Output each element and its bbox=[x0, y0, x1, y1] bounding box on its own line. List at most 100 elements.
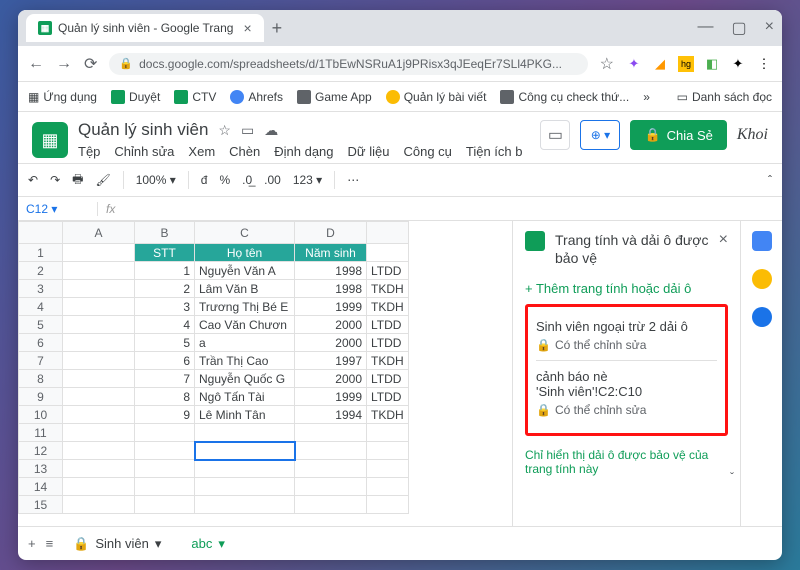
forward-icon[interactable]: → bbox=[56, 55, 72, 73]
add-sheet-icon[interactable]: + bbox=[28, 536, 36, 551]
cell[interactable] bbox=[63, 424, 135, 442]
percent-icon[interactable]: % bbox=[219, 173, 230, 187]
back-icon[interactable]: ← bbox=[28, 55, 44, 73]
protected-range-1[interactable]: Sinh viên ngoại trừ 2 dải ô 🔒Có thể chỉn… bbox=[536, 311, 717, 361]
cell[interactable]: LTDD bbox=[367, 388, 409, 406]
sheet-tab-abc[interactable]: abc ▾ bbox=[181, 532, 235, 556]
cell[interactable] bbox=[295, 442, 367, 460]
cell[interactable] bbox=[63, 262, 135, 280]
cell[interactable] bbox=[63, 496, 135, 514]
cell[interactable]: Họ tên bbox=[195, 244, 295, 262]
ext-icon-1[interactable]: ✦ bbox=[626, 56, 642, 72]
cell[interactable]: LTDD bbox=[367, 370, 409, 388]
apps-button[interactable]: ▦ Ứng dụng bbox=[28, 90, 97, 104]
cell[interactable]: Lâm Văn B bbox=[195, 280, 295, 298]
cell[interactable] bbox=[135, 460, 195, 478]
cell[interactable] bbox=[63, 280, 135, 298]
cell[interactable] bbox=[367, 442, 409, 460]
cell[interactable] bbox=[195, 460, 295, 478]
row-header[interactable]: 6 bbox=[19, 334, 63, 352]
cell[interactable]: Nguyễn Quốc G bbox=[195, 370, 295, 388]
more-tools-icon[interactable]: ⋯ bbox=[347, 173, 359, 187]
share-button[interactable]: 🔒 Chia Sẻ bbox=[630, 120, 726, 150]
cell[interactable]: 8 bbox=[135, 388, 195, 406]
protected-range-2[interactable]: cảnh báo nè 'Sinh viên'!C2:C10 🔒Có thể c… bbox=[536, 361, 717, 425]
cell[interactable]: 9 bbox=[135, 406, 195, 424]
row-header[interactable]: 8 bbox=[19, 370, 63, 388]
cell[interactable] bbox=[63, 478, 135, 496]
minimize-icon[interactable]: — bbox=[698, 18, 714, 38]
zoom-select[interactable]: 100% ▾ bbox=[136, 173, 176, 187]
row-header[interactable]: 14 bbox=[19, 478, 63, 496]
cell[interactable]: Cao Văn Chươn bbox=[195, 316, 295, 334]
row-header[interactable]: 1 bbox=[19, 244, 63, 262]
menu-tools[interactable]: Công cụ bbox=[403, 144, 451, 159]
bookmark-duyet[interactable]: Duyệt bbox=[111, 90, 160, 104]
print-icon[interactable]: 🖶 bbox=[72, 170, 83, 191]
cell[interactable]: Ngô Tấn Tài bbox=[195, 388, 295, 406]
redo-icon[interactable]: ↷ bbox=[50, 173, 60, 187]
doc-title[interactable]: Quản lý sinh viên bbox=[78, 120, 208, 140]
cell[interactable] bbox=[367, 244, 409, 262]
bookmark-ahrefs[interactable]: Ahrefs bbox=[230, 90, 283, 104]
cell[interactable] bbox=[135, 442, 195, 460]
cell[interactable]: Trần Thị Cao bbox=[195, 352, 295, 370]
cell[interactable]: LTDD bbox=[367, 316, 409, 334]
cell[interactable]: TKDH bbox=[367, 280, 409, 298]
bookmark-qlbv[interactable]: Quản lý bài viết bbox=[386, 90, 487, 104]
row-header[interactable]: 9 bbox=[19, 388, 63, 406]
cell[interactable]: Trương Thị Bé E bbox=[195, 298, 295, 316]
undo-icon[interactable]: ↶ bbox=[28, 173, 38, 187]
cell[interactable] bbox=[367, 460, 409, 478]
cell[interactable]: Lê Minh Tân bbox=[195, 406, 295, 424]
extensions-icon[interactable]: ✦ bbox=[730, 56, 746, 72]
reload-icon[interactable]: ⟳ bbox=[84, 54, 97, 74]
account-avatar[interactable]: Khoi bbox=[737, 126, 768, 144]
cell[interactable]: 1 bbox=[135, 262, 195, 280]
cell[interactable]: Năm sinh bbox=[295, 244, 367, 262]
currency-icon[interactable]: đ bbox=[201, 173, 208, 187]
row-header[interactable]: 2 bbox=[19, 262, 63, 280]
spreadsheet-grid[interactable]: ABCD1STTHọ tênNăm sinh21Nguyễn Văn A1998… bbox=[18, 221, 512, 526]
cell[interactable] bbox=[195, 496, 295, 514]
cell[interactable]: 2000 bbox=[295, 370, 367, 388]
number-format[interactable]: 123 ▾ bbox=[293, 173, 322, 187]
cell[interactable] bbox=[295, 460, 367, 478]
sheets-logo-icon[interactable]: ▦ bbox=[32, 122, 68, 158]
cell[interactable] bbox=[295, 424, 367, 442]
browser-tab[interactable]: ▦ Quản lý sinh viên - Google Trang × bbox=[26, 14, 264, 42]
cell[interactable] bbox=[135, 478, 195, 496]
cell[interactable] bbox=[367, 424, 409, 442]
cell[interactable]: TKDH bbox=[367, 352, 409, 370]
cell[interactable] bbox=[135, 496, 195, 514]
cell[interactable]: 2 bbox=[135, 280, 195, 298]
cell[interactable]: TKDH bbox=[367, 298, 409, 316]
cell[interactable] bbox=[63, 334, 135, 352]
move-folder-icon[interactable]: ▭ bbox=[241, 122, 254, 139]
cell[interactable] bbox=[63, 406, 135, 424]
cell[interactable]: 4 bbox=[135, 316, 195, 334]
add-range-button[interactable]: + Thêm trang tính hoặc dải ô bbox=[525, 281, 728, 296]
url-field[interactable]: 🔒 docs.google.com/spreadsheets/d/1TbEwNS… bbox=[109, 53, 587, 75]
row-header[interactable]: 11 bbox=[19, 424, 63, 442]
menu-format[interactable]: Định dạng bbox=[274, 144, 333, 159]
cell[interactable]: TKDH bbox=[367, 406, 409, 424]
cell[interactable]: 7 bbox=[135, 370, 195, 388]
bookmark-check[interactable]: Công cụ check thứ... bbox=[500, 90, 629, 104]
cell[interactable]: Nguyễn Văn A bbox=[195, 262, 295, 280]
dec-decrease-icon[interactable]: .0̲ bbox=[242, 173, 252, 187]
ext-icon-2[interactable]: ◢ bbox=[652, 56, 668, 72]
row-header[interactable]: 13 bbox=[19, 460, 63, 478]
cell[interactable]: 1994 bbox=[295, 406, 367, 424]
row-header[interactable]: 5 bbox=[19, 316, 63, 334]
present-button[interactable]: ⊕ ▾ bbox=[580, 120, 620, 150]
menu-file[interactable]: Tệp bbox=[78, 144, 100, 159]
close-tab-icon[interactable]: × bbox=[243, 20, 251, 36]
menu-view[interactable]: Xem bbox=[188, 144, 215, 159]
cell[interactable] bbox=[63, 370, 135, 388]
name-box[interactable]: C12 ▾ bbox=[18, 202, 98, 216]
cell[interactable] bbox=[367, 478, 409, 496]
cell[interactable]: 6 bbox=[135, 352, 195, 370]
keep-icon[interactable] bbox=[752, 269, 772, 289]
cell[interactable] bbox=[63, 352, 135, 370]
